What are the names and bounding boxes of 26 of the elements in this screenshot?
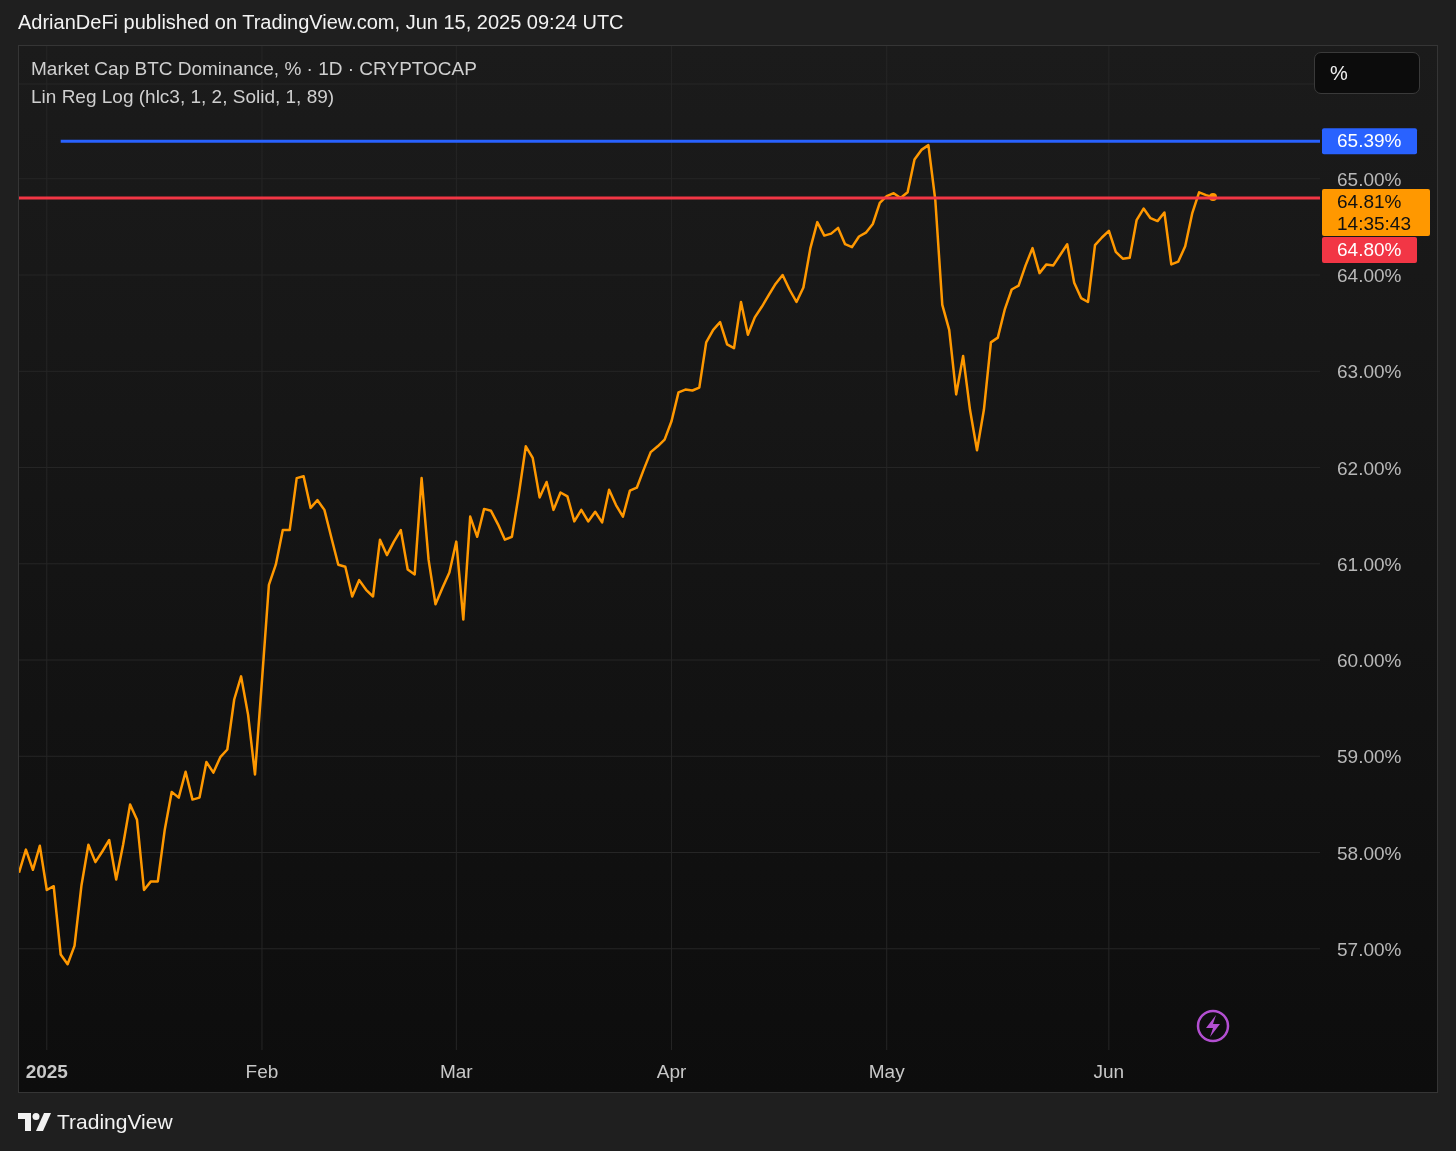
legend-text: Market Cap BTC Dominance, % · 1D · CRYPTOCAP xyxy=(31,58,477,80)
scale-button[interactable]: % xyxy=(1314,52,1420,94)
axis-label: 59.00% xyxy=(1337,746,1402,768)
axis-label: 62.00% xyxy=(1337,457,1402,479)
axis-label: 60.00% xyxy=(1337,650,1402,671)
publish-info: AdrianDeFi published on TradingView.com, Jun 15, 2025 09:24 UTC xyxy=(18,11,624,34)
price-tag: 64.80% xyxy=(1322,237,1417,264)
axis-label: May xyxy=(868,1061,905,1082)
axis-label: Feb xyxy=(245,1061,279,1082)
lightning-icon[interactable] xyxy=(1196,1009,1230,1043)
brand-name: TradingView xyxy=(57,1110,173,1134)
price-tag: 65.39% xyxy=(1322,128,1417,155)
axis-label: Apr xyxy=(656,1061,687,1082)
last-price-dot xyxy=(1209,193,1217,202)
axis-label: Mar xyxy=(439,1061,473,1082)
axis-label: 61.00% xyxy=(1337,553,1402,575)
logo-icon xyxy=(18,1113,51,1131)
last-price-tag: 64.81% 14:35:43 xyxy=(1322,189,1430,237)
legend-text: Lin Reg Log (hlc3, 1, 2, Solid, 1, 89) xyxy=(31,86,336,108)
axis-label: 63.00% xyxy=(1337,361,1402,383)
axis-label: 64.00% xyxy=(1337,265,1402,287)
axis-label: 58.00% xyxy=(1337,842,1402,864)
axis-label: 65.00% xyxy=(1337,168,1402,190)
axis-label: 57.00% xyxy=(1337,938,1402,960)
axis-label: Jun xyxy=(1093,1061,1125,1082)
axis-label: 2025 xyxy=(25,1061,68,1082)
